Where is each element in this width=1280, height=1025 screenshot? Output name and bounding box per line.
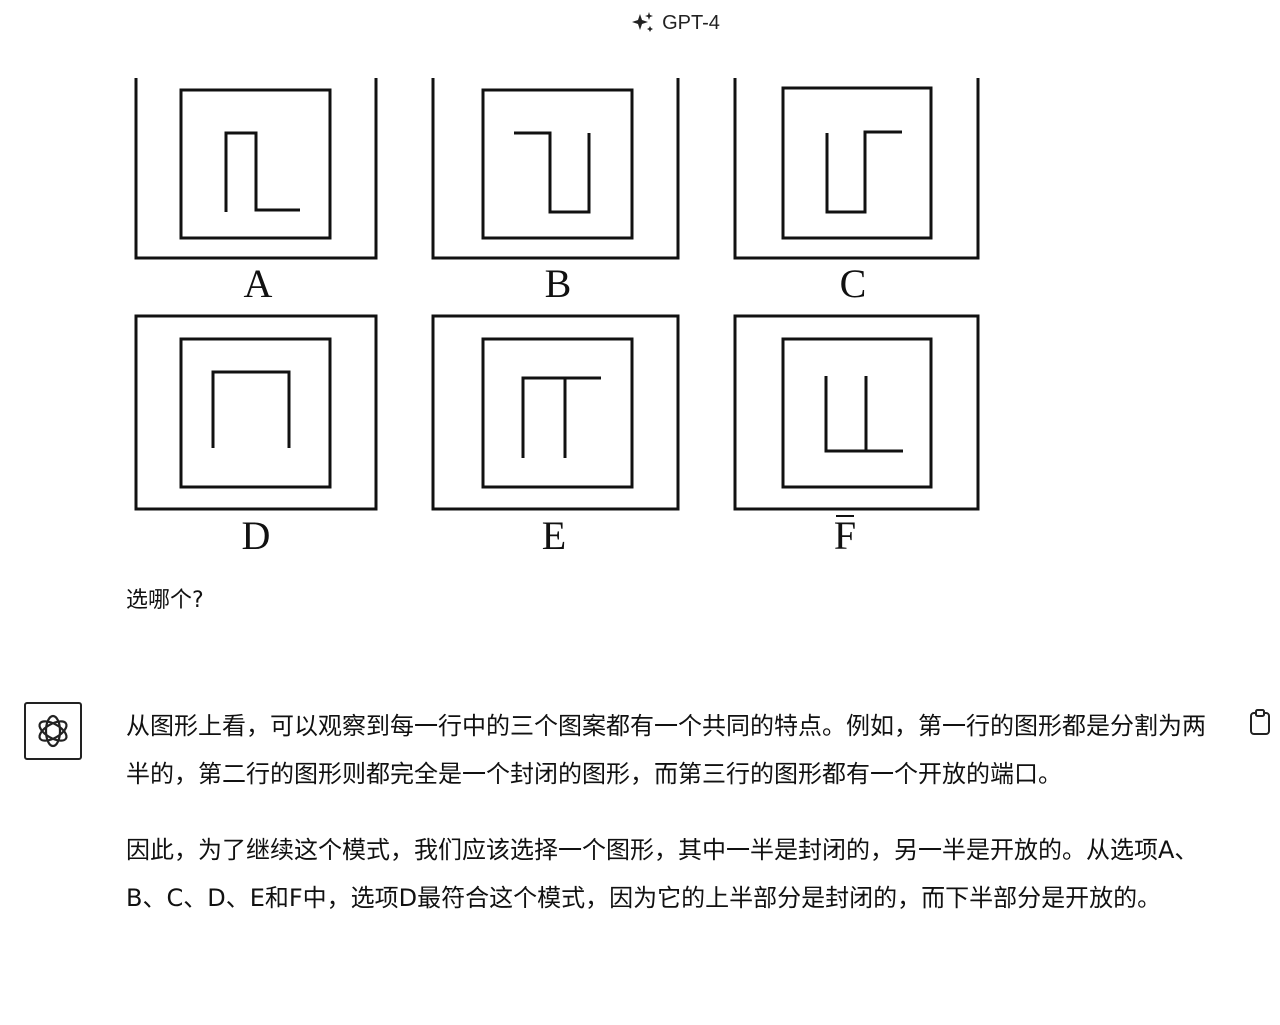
inner-square-c [781, 86, 933, 240]
label-e: E [542, 513, 566, 558]
clipboard-icon [1250, 709, 1270, 735]
outer-frame-b [431, 78, 680, 260]
copy-button[interactable] [1248, 708, 1272, 736]
label-f: F [834, 513, 856, 558]
outer-frame-d [134, 314, 378, 511]
glyph-e [521, 376, 601, 458]
outer-frame-c [733, 78, 980, 260]
openai-logo-icon [38, 714, 68, 748]
assistant-avatar [24, 702, 82, 760]
model-header: GPT-4 [0, 10, 1280, 36]
inner-square-e [481, 337, 634, 489]
assistant-response: 从图形上看，可以观察到每一行中的三个图案都有一个共同的特点。例如，第一行的图形都… [126, 702, 1226, 950]
inner-square-f [781, 337, 933, 489]
label-d: D [242, 513, 271, 558]
glyph-c [825, 130, 902, 214]
model-name: GPT-4 [662, 11, 720, 34]
response-paragraph-1: 从图形上看，可以观察到每一行中的三个图案都有一个共同的特点。例如，第一行的图形都… [126, 712, 1206, 788]
glyph-a [224, 131, 300, 212]
inner-square-b [481, 88, 634, 240]
label-b: B [545, 261, 572, 306]
glyph-d [211, 370, 291, 448]
sparkle-icon [632, 12, 654, 32]
glyph-b [514, 131, 591, 214]
outer-frame-f [733, 314, 980, 511]
puzzle-image: A B C D E F [134, 78, 980, 558]
outer-frame-e [431, 314, 680, 511]
label-c: C [840, 261, 867, 306]
label-a: A [244, 261, 273, 306]
inner-square-d [179, 337, 332, 489]
response-paragraph-2: 因此，为了继续这个模式，我们应该选择一个图形，其中一半是封闭的，另一半是开放的。… [126, 836, 1199, 912]
user-message: 选哪个? [126, 588, 204, 613]
